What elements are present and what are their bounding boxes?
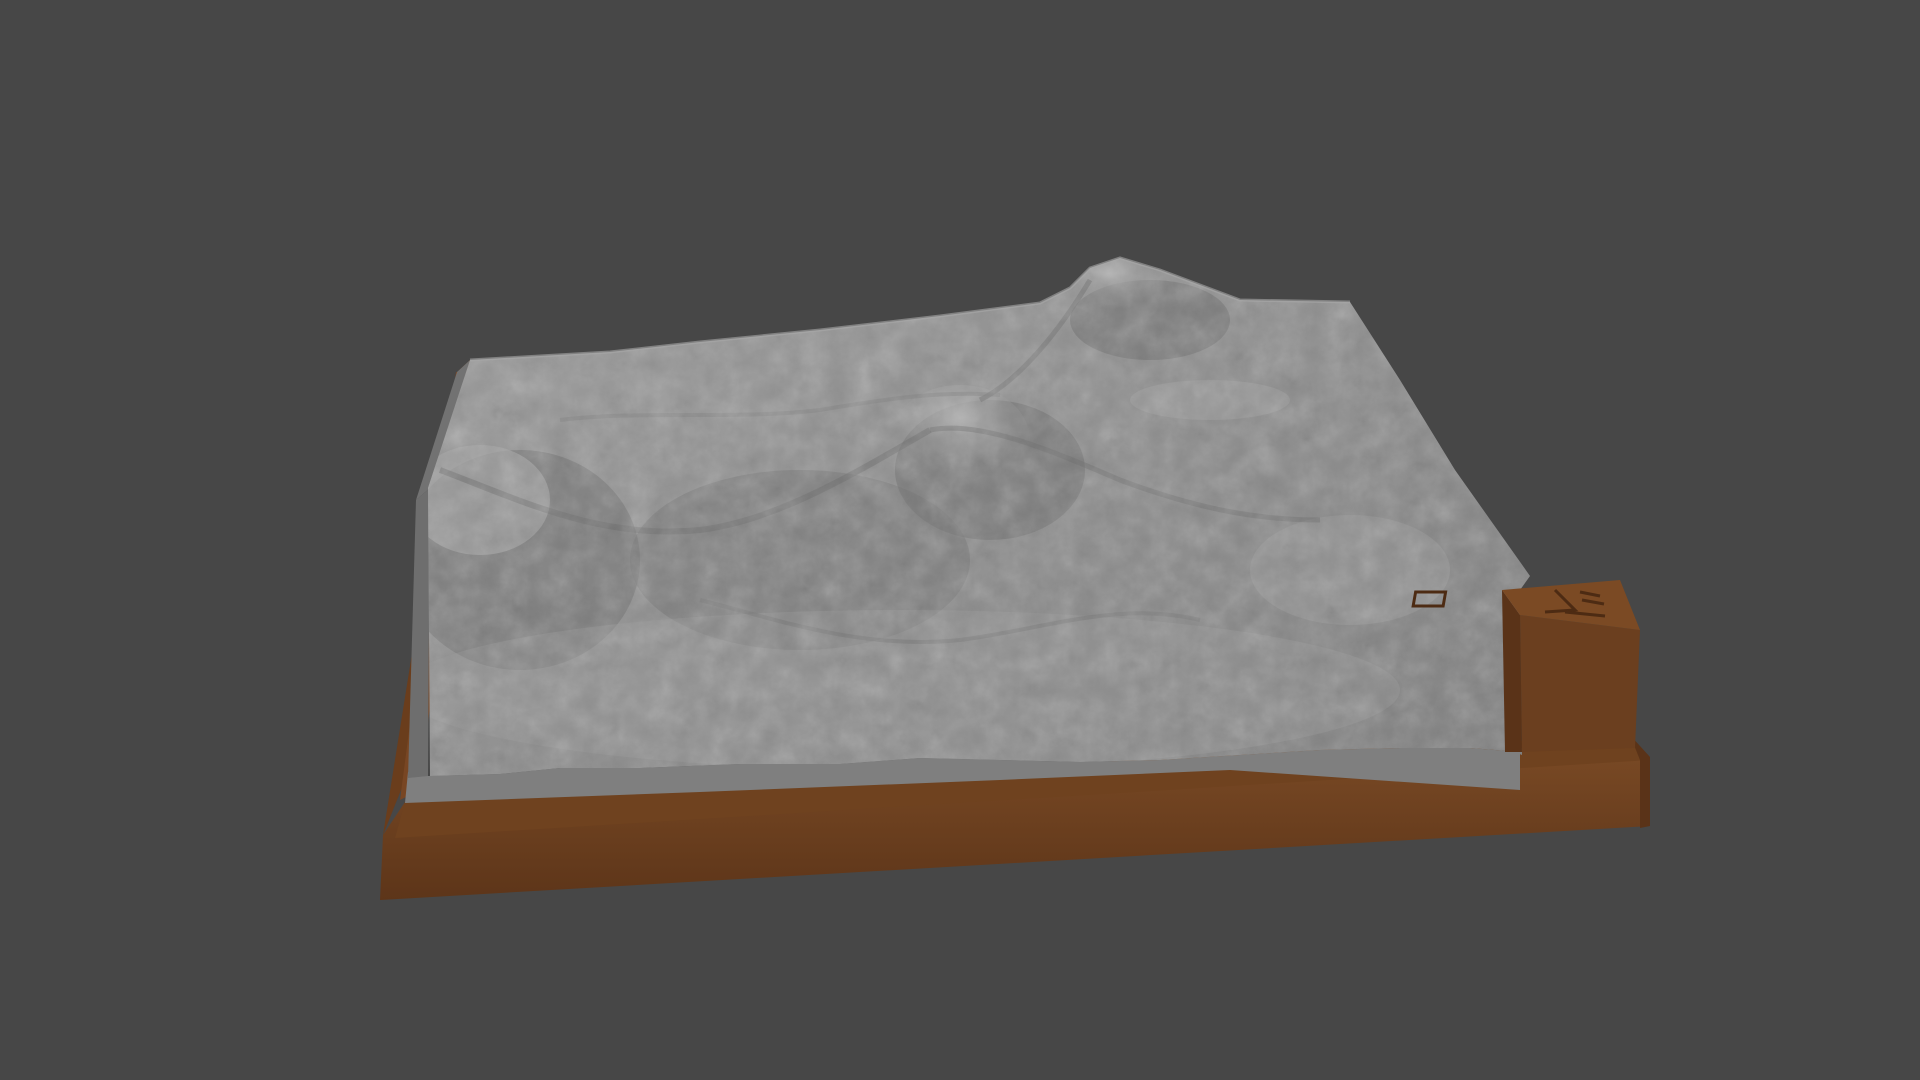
terrain-model-render[interactable] — [0, 0, 1920, 1080]
pillar-side — [1502, 590, 1522, 752]
terrain-left-wall — [408, 488, 430, 778]
pillar-front — [1520, 615, 1640, 752]
terrain-texture — [428, 258, 1530, 776]
3d-viewport[interactable] — [0, 0, 1920, 1080]
terrain-surface[interactable] — [400, 250, 1540, 790]
